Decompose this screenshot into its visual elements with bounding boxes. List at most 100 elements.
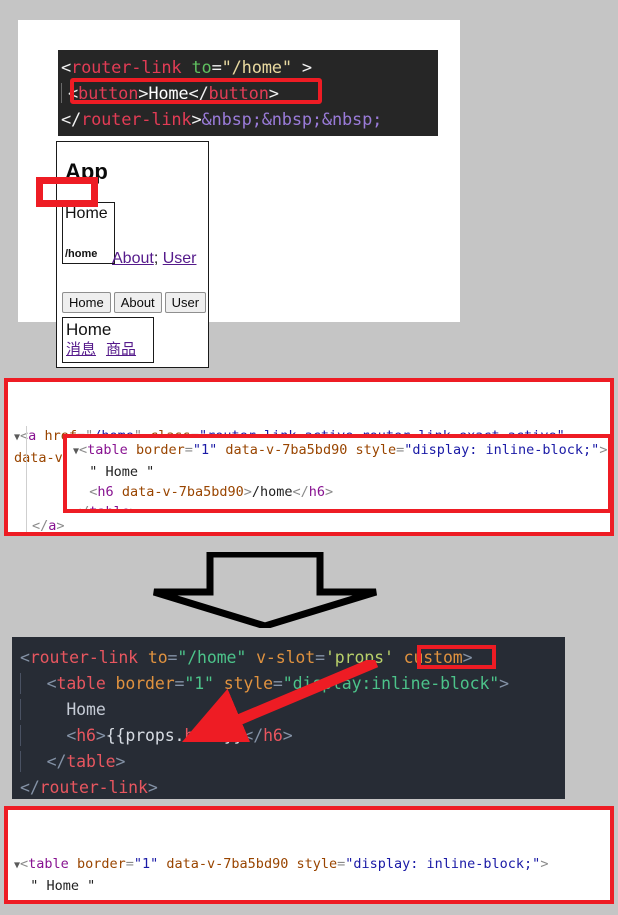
token-text: " Home ": [89, 464, 155, 480]
router-link-h6-href: /home: [65, 248, 98, 260]
token-text: " Home ": [30, 878, 96, 894]
token-val: "1": [192, 442, 218, 458]
sub-view-table: Home 消息 商品: [62, 317, 154, 363]
token-tag: h6: [97, 484, 114, 500]
token-punc: </: [292, 484, 309, 500]
nav-button-user[interactable]: User: [164, 292, 207, 313]
indent-guide: [20, 673, 21, 694]
sub-link-goods[interactable]: 商品: [106, 341, 136, 358]
devtools-indent-guide: [26, 426, 27, 532]
link-user[interactable]: User: [163, 250, 197, 267]
token-punc: [106, 674, 116, 693]
token-punc: [69, 856, 77, 872]
token-tag: table: [66, 752, 116, 771]
token-punc: <: [61, 58, 72, 78]
token-tag: router-link: [39, 778, 148, 797]
token-punc: >: [499, 674, 509, 693]
code-line: </table>: [73, 502, 608, 513]
token-tag: h6: [76, 726, 96, 745]
token-attr: style: [296, 856, 338, 872]
token-punc: [114, 484, 122, 500]
token-attr: data-v-7ba5bd90: [121, 484, 244, 500]
token-punc: >: [243, 484, 252, 500]
code-line: <h6 data-v-7ba5bd90>/home</h6>: [73, 482, 608, 502]
code-line: " Home ": [14, 876, 610, 896]
token-attr: to: [191, 58, 212, 78]
code-line: <router-link to="/home" >: [61, 55, 438, 81]
code-line: ▼<table border="1" data-v-7ba5bd90 style…: [73, 440, 608, 462]
token-tag: router-link: [81, 110, 192, 130]
code-line: </a>: [32, 516, 65, 532]
token-mus: }}: [223, 726, 244, 745]
transition-arrow-icon: [152, 552, 378, 628]
devtools-top-inner-highlight: ▼<table border="1" data-v-7ba5bd90 style…: [63, 434, 610, 513]
token-punc: </: [73, 504, 90, 513]
token-ent: &nbsp;&nbsp;&nbsp;: [201, 110, 383, 130]
token-punc: </: [188, 84, 209, 104]
indent-guide: [20, 699, 21, 720]
nav-button-home[interactable]: Home: [62, 292, 111, 313]
token-attr: data-v-7ba5bd90: [166, 856, 289, 872]
router-link-text: Home: [65, 205, 108, 222]
nav-button-about[interactable]: About: [113, 292, 162, 313]
link-about[interactable]: About: [112, 250, 154, 267]
token-tag: button: [78, 84, 139, 104]
token-punc: [246, 648, 256, 667]
sub-view-links: 消息 商品: [66, 340, 150, 359]
token-attr: border: [135, 442, 185, 458]
token-punc: >: [540, 856, 549, 872]
token-punc: =: [174, 674, 185, 693]
token-punc: >: [282, 726, 293, 745]
app-title: App: [65, 159, 108, 184]
token-punc: [394, 648, 404, 667]
token-tag: button: [208, 84, 269, 104]
token-val: "1": [133, 856, 159, 872]
code-line: <h6 data-v-7ba5bd90>/home</h6>: [14, 896, 610, 900]
top-code-block: <router-link to="/home" > <button>Home</b…: [58, 50, 438, 136]
token-punc: >: [266, 898, 274, 900]
devtools-panel-bottom[interactable]: ▼<table border="1" data-v-7ba5bd90 style…: [4, 806, 614, 904]
token-text: /home: [193, 898, 234, 900]
token-attr: style: [223, 674, 273, 693]
token-punc: <: [66, 726, 77, 745]
code-line: Home: [20, 697, 565, 723]
router-link-table[interactable]: Home /home: [62, 202, 115, 264]
sub-view-heading: Home: [66, 320, 112, 339]
devtools-top-closing-line: </a>: [32, 516, 65, 532]
token-punc: =: [315, 648, 325, 667]
token-text: /home: [251, 484, 293, 500]
code-line: <router-link to="/home" v-slot='props' c…: [20, 645, 565, 671]
app-preview-frame: App Home /home About; User Home About Us…: [56, 141, 209, 368]
token-attr: v-slot: [256, 648, 316, 667]
token-punc: >: [462, 648, 473, 667]
sub-link-news[interactable]: 消息: [66, 341, 96, 358]
token-tag: table: [87, 442, 128, 458]
token-punc: <: [20, 648, 30, 667]
token-punc: <: [46, 674, 57, 693]
token-tag: table: [56, 674, 106, 693]
token-val: "display: inline-block;": [345, 856, 541, 872]
devtools-bottom-lines: ▼<table border="1" data-v-7ba5bd90 style…: [14, 854, 610, 900]
code-line: <h6>{{props.href}}</h6>: [20, 723, 565, 749]
token-punc: >: [325, 484, 334, 500]
token-val: "/home": [177, 648, 247, 667]
devtools-panel-top[interactable]: ▼<a href="/home" class="router-link-acti…: [4, 378, 614, 536]
token-punc: >: [191, 110, 202, 130]
bottom-code-block: <router-link to="/home" v-slot='props' c…: [12, 637, 565, 799]
token-punc: [128, 442, 136, 458]
token-attr: border: [76, 856, 126, 872]
token-punc: >: [599, 442, 608, 458]
token-punc: >: [185, 898, 193, 900]
token-punc: >: [268, 84, 279, 104]
token-punc: </: [243, 726, 264, 745]
token-punc: =: [167, 648, 178, 667]
token-punc: =: [211, 58, 222, 78]
token-tag: h6: [250, 898, 266, 900]
token-mus: {{props.: [105, 726, 185, 745]
token-punc: <: [79, 442, 88, 458]
code-line: </router-link>: [20, 775, 565, 801]
token-punc: </: [46, 752, 67, 771]
token-tag: h6: [38, 898, 54, 900]
token-tag: router-link: [71, 58, 182, 78]
token-attr: to: [147, 648, 168, 667]
